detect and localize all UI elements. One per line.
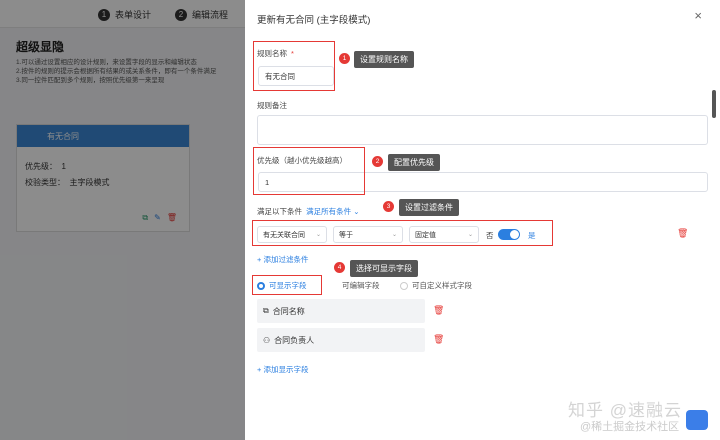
highlight-box — [253, 41, 335, 91]
add-display-field-button[interactable]: + 添加显示字段 — [257, 364, 308, 375]
annotation-badge: 1 — [339, 53, 350, 64]
watermark: @稀土掘金技术社区 — [580, 421, 680, 433]
users-icon: ⚇ — [263, 335, 271, 345]
scrollbar[interactable] — [712, 90, 716, 118]
annotation-callout: 设置过滤条件 — [399, 199, 459, 216]
annotation-badge: 2 — [372, 156, 383, 167]
annotation-callout: 设置规则名称 — [354, 51, 414, 68]
display-field-item[interactable]: ⧉ 合同名称 — [257, 299, 425, 323]
radio-unselected-icon — [400, 281, 408, 290]
delete-field-icon[interactable]: 🗑 — [433, 305, 444, 316]
watermark-logo — [686, 410, 708, 430]
annotation-callout: 配置优先级 — [388, 154, 440, 171]
field-icon: ⧉ — [263, 306, 269, 315]
rule-drawer: 更新有无合同 (主字段模式) × 规则名称 * 有无合同 规则备注 优先级（越小优… — [245, 0, 720, 440]
condition-header: 满足以下条件 满足所有条件 ⌄ — [257, 207, 360, 216]
delete-field-icon[interactable]: 🗑 — [433, 334, 444, 345]
annotation-callout: 选择可显示字段 — [350, 260, 418, 277]
add-filter-button[interactable]: + 添加过滤条件 — [257, 254, 308, 265]
annotation-badge: 3 — [383, 201, 394, 212]
drawer-title: 更新有无合同 (主字段模式) — [257, 15, 371, 26]
display-field-item[interactable]: ⚇ 合同负责人 — [257, 328, 425, 352]
remark-label: 规则备注 — [257, 101, 287, 110]
close-icon[interactable]: × — [694, 8, 702, 23]
highlight-box — [252, 275, 322, 295]
radio-editable-fields[interactable]: 可编辑字段 — [342, 280, 380, 291]
remark-textarea[interactable] — [257, 115, 708, 145]
highlight-box — [252, 220, 553, 246]
condition-mode-select[interactable]: 满足所有条件 — [306, 207, 351, 216]
radio-custom-style-fields[interactable]: 可自定义样式字段 — [400, 280, 472, 291]
delete-condition-icon[interactable]: 🗑 — [677, 228, 688, 239]
annotation-badge: 4 — [334, 262, 345, 273]
highlight-box — [253, 147, 365, 195]
chevron-down-icon: ⌄ — [351, 207, 360, 216]
modal-overlay[interactable] — [0, 0, 245, 440]
